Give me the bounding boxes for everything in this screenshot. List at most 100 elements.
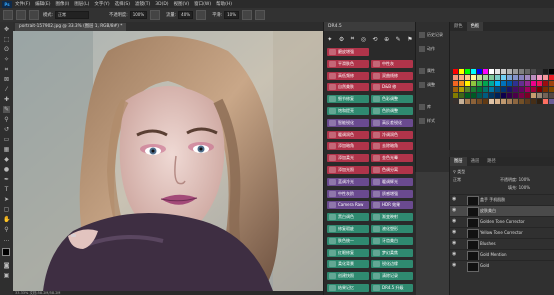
color-swatch[interactable] xyxy=(483,87,488,92)
menu-type[interactable]: 文字(Y) xyxy=(94,1,109,7)
color-swatch[interactable] xyxy=(459,69,464,74)
plugin-action-button[interactable]: 液化塑形 xyxy=(371,225,413,233)
plugin-action-button[interactable]: 高反差锐化 xyxy=(371,118,413,127)
more-tools-icon[interactable]: … xyxy=(3,236,10,243)
layer-opacity-value[interactable]: 100% xyxy=(519,177,530,182)
document-canvas[interactable] xyxy=(13,31,323,291)
color-swatch[interactable] xyxy=(537,87,542,92)
healing-brush-tool-icon[interactable]: ✚ xyxy=(3,96,10,103)
brush-tool-icon[interactable] xyxy=(16,10,26,20)
settings-gear-icon[interactable] xyxy=(242,10,252,20)
plugin-action-button[interactable]: 锐化边缘 xyxy=(371,260,413,269)
color-swatch[interactable] xyxy=(513,99,518,104)
menu-view[interactable]: 视图(V) xyxy=(174,1,190,7)
color-swatch[interactable] xyxy=(519,69,524,74)
symmetry-icon[interactable] xyxy=(255,10,265,20)
color-swatch[interactable] xyxy=(549,75,554,80)
menu-3d[interactable]: 3D(D) xyxy=(155,2,168,7)
color-swatch[interactable] xyxy=(501,69,506,74)
color-swatch[interactable] xyxy=(531,99,536,104)
plugin-action-button[interactable]: 肤色统一 xyxy=(327,236,369,245)
layer-fill-row[interactable]: 填充: 100% xyxy=(508,184,530,191)
color-swatch[interactable] xyxy=(477,69,482,74)
document-tab[interactable]: portrait-157902.jpg @ 33.3% (图层 1, RGB/8… xyxy=(15,23,127,31)
foreground-color-swatch[interactable] xyxy=(2,248,10,256)
color-swatch[interactable] xyxy=(453,87,458,92)
plugin-action-button[interactable]: 清除记录 xyxy=(371,272,413,281)
color-swatch[interactable] xyxy=(549,99,554,104)
clone-stamp-tool-icon[interactable]: ⚲ xyxy=(3,116,10,123)
color-swatch[interactable] xyxy=(453,99,458,104)
plugin-action-button[interactable]: 智能锐化 xyxy=(327,118,369,127)
color-swatch[interactable] xyxy=(549,81,554,86)
color-swatch[interactable] xyxy=(519,93,524,98)
menu-select[interactable]: 选择(S) xyxy=(115,1,130,7)
color-swatch[interactable] xyxy=(465,93,470,98)
opacity-control[interactable]: 不透明度: 100% xyxy=(109,11,148,19)
plugin-action-button[interactable]: 色彩调整 xyxy=(371,95,413,104)
marquee-tool-icon[interactable]: ⬚ xyxy=(3,36,10,43)
color-swatch[interactable] xyxy=(477,87,482,92)
eraser-tool-icon[interactable]: ▭ xyxy=(3,136,10,143)
plugin-action-button[interactable]: 高低频修 xyxy=(327,71,369,80)
color-swatch[interactable] xyxy=(507,87,512,92)
color-swatch[interactable] xyxy=(477,93,482,98)
visibility-eye-icon[interactable]: ◉ xyxy=(452,230,457,235)
layer-row[interactable]: ◉ Blushes xyxy=(450,238,554,250)
color-swatch[interactable] xyxy=(507,93,512,98)
color-swatch[interactable] xyxy=(453,81,458,86)
move-tool-icon[interactable]: ✥ xyxy=(3,26,10,33)
color-swatch[interactable] xyxy=(507,81,512,86)
styles-panel-button[interactable]: 样式 xyxy=(419,116,449,126)
color-swatch[interactable] xyxy=(471,75,476,80)
color-swatch[interactable] xyxy=(537,75,542,80)
color-swatch[interactable] xyxy=(543,93,548,98)
quick-mask-icon[interactable]: ◙ xyxy=(3,262,10,269)
plugin-action-button[interactable]: 暖调润色 xyxy=(327,130,369,139)
menu-help[interactable]: 帮助(H) xyxy=(216,1,232,7)
color-swatch[interactable] xyxy=(489,99,494,104)
color-swatch[interactable] xyxy=(501,93,506,98)
pencil-icon[interactable]: ✎ xyxy=(396,36,401,43)
plugin-action-button[interactable]: 添加光照 xyxy=(327,166,369,174)
color-swatch[interactable] xyxy=(531,69,536,74)
plugin-action-button[interactable]: HDR 效果 xyxy=(371,201,413,210)
plugin-action-button[interactable]: 渐变映射 xyxy=(371,213,413,222)
color-swatch[interactable] xyxy=(483,99,488,104)
quick-select-tool-icon[interactable]: ✧ xyxy=(3,56,10,63)
color-swatch[interactable] xyxy=(471,93,476,98)
color-swatch[interactable] xyxy=(465,69,470,74)
color-swatch[interactable] xyxy=(543,75,548,80)
color-swatch[interactable] xyxy=(501,75,506,80)
plugin-action-button[interactable]: 色调分离 xyxy=(371,166,413,174)
home-icon[interactable] xyxy=(3,10,13,20)
libraries-panel-button[interactable]: 库 xyxy=(419,102,449,112)
blend-mode-select[interactable]: 正常 xyxy=(453,177,461,182)
pen-tool-icon[interactable]: ✒ xyxy=(3,176,10,183)
color-swatch[interactable] xyxy=(477,75,482,80)
color-swatch[interactable] xyxy=(465,75,470,80)
history-brush-tool-icon[interactable]: ↺ xyxy=(3,126,10,133)
target-icon[interactable]: ◎ xyxy=(361,36,366,43)
color-swatch[interactable] xyxy=(501,99,506,104)
color-swatch[interactable] xyxy=(537,99,542,104)
plugin-action-button[interactable]: 中性灰 xyxy=(371,59,413,68)
flow-control[interactable]: 流量: 40% xyxy=(166,11,194,19)
color-swatch[interactable] xyxy=(459,81,464,86)
color-swatch[interactable] xyxy=(453,93,458,98)
layer-row[interactable]: ◉ 皮肤美白 xyxy=(450,205,554,217)
crop-tool-icon[interactable]: ⌗ xyxy=(3,66,10,73)
color-swatch[interactable] xyxy=(513,81,518,86)
color-swatch[interactable] xyxy=(459,99,464,104)
brush-preset-icon[interactable] xyxy=(29,10,39,20)
color-swatch[interactable] xyxy=(489,87,494,92)
layer-filter-row[interactable]: ⚲ 类型 xyxy=(453,168,465,175)
layer-row[interactable]: ◉ Yellow Tone Corrector xyxy=(450,227,554,239)
menu-file[interactable]: 文件(F) xyxy=(15,1,30,7)
menu-layer[interactable]: 图层(L) xyxy=(74,1,89,7)
color-swatch[interactable] xyxy=(471,87,476,92)
color-swatch[interactable] xyxy=(459,87,464,92)
color-swatch[interactable] xyxy=(519,99,524,104)
color-swatch[interactable] xyxy=(495,87,500,92)
color-swatch[interactable] xyxy=(495,75,500,80)
